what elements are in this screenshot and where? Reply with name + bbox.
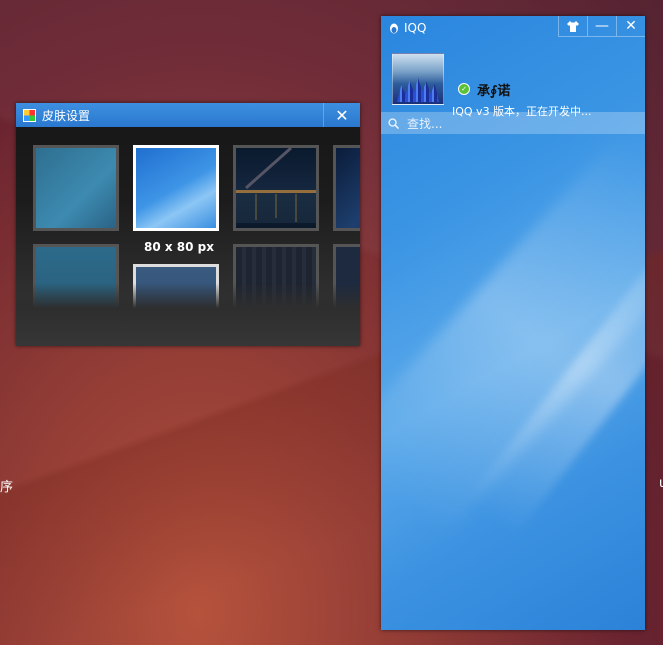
skin-window-titlebar[interactable]: 皮肤设置 ✕	[16, 103, 360, 127]
iqq-window-title: IQQ	[404, 21, 427, 35]
skin-thumb-2-selected[interactable]	[133, 145, 219, 231]
minimize-button[interactable]: —	[587, 16, 616, 37]
tshirt-icon	[567, 20, 579, 32]
desktop-icon-label-right[interactable]: ι	[659, 476, 663, 491]
skin-grid-fade	[16, 283, 360, 346]
close-button[interactable]: ✕	[616, 16, 645, 37]
qq-penguin-icon	[390, 23, 398, 34]
search-bar[interactable]: 查找...	[381, 112, 645, 134]
skin-size-label: 80 x 80 px	[143, 240, 214, 254]
skin-thumb-3-city-night[interactable]	[233, 145, 319, 231]
desktop-icon-label-left[interactable]: 序	[0, 476, 13, 495]
avatar[interactable]	[392, 53, 444, 105]
skin-close-button[interactable]: ✕	[323, 103, 360, 127]
skin-thumb-4[interactable]	[333, 145, 360, 231]
skin-window-title: 皮肤设置	[42, 108, 91, 123]
palette-icon	[23, 108, 36, 122]
iqq-titlebar[interactable]: IQQ — ✕	[381, 16, 645, 40]
skin-thumb-1[interactable]	[33, 145, 119, 231]
city-lights-image	[236, 148, 316, 223]
iqq-main-window: IQQ — ✕ ✓ 承∮诺 IQQ v3 版本，正在开发中... 查找...	[381, 16, 645, 630]
skin-settings-window: 皮肤设置 ✕ 80 x 80 px	[16, 103, 360, 346]
search-input[interactable]: 查找...	[407, 115, 442, 132]
skin-button[interactable]	[558, 16, 587, 37]
avatar-image	[397, 78, 439, 102]
online-status-icon[interactable]: ✓	[458, 83, 470, 95]
profile-panel: ✓ 承∮诺 IQQ v3 版本，正在开发中...	[381, 40, 645, 118]
search-icon	[388, 117, 399, 129]
title-buttons: — ✕	[558, 16, 645, 37]
nickname: 承∮诺	[477, 84, 511, 99]
